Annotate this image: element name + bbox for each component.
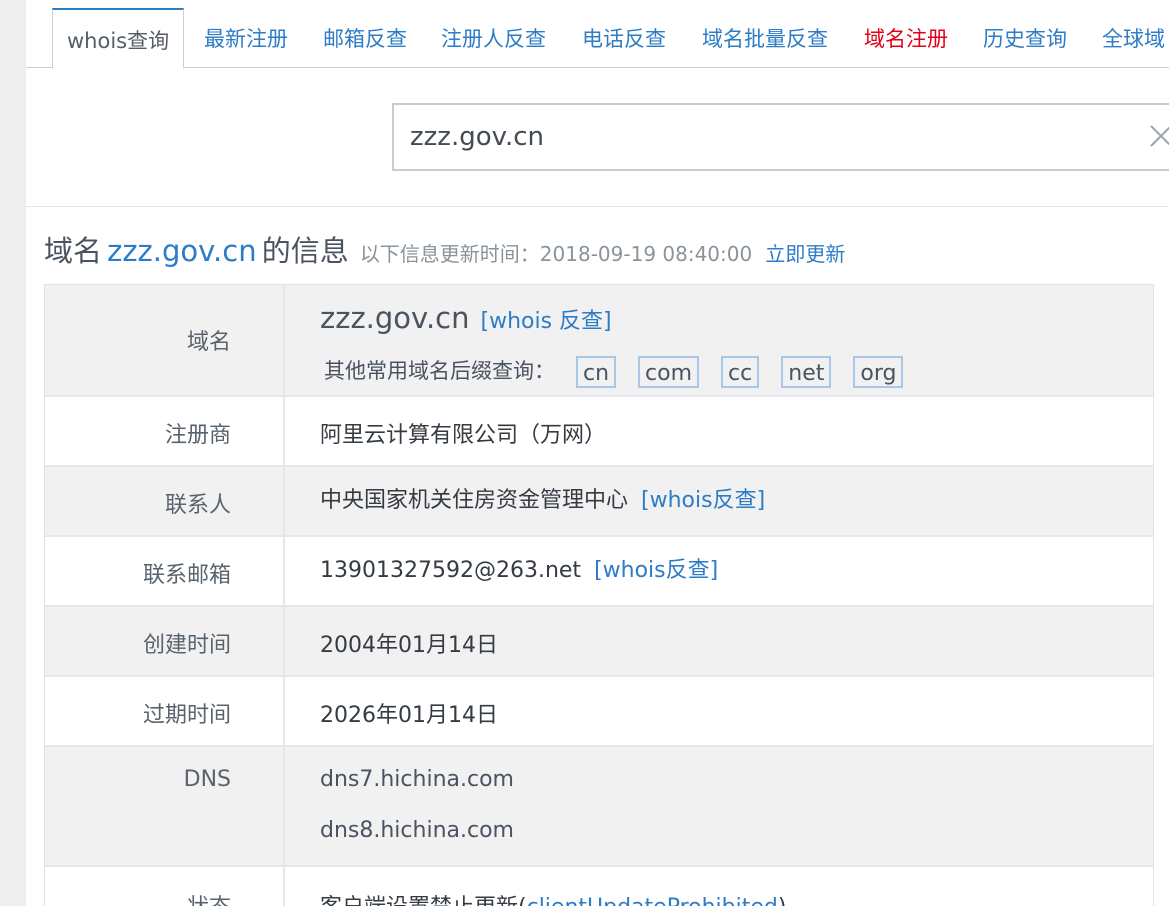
row-expires: 过期时间 2026年01月14日	[45, 677, 1153, 747]
suffix-query-line: 其他常用域名后缀查询： cn com cc net org	[324, 355, 914, 388]
dns-server: dns7.hichina.com	[320, 767, 514, 792]
contact-whois-reverse-link[interactable]: [whois反查]	[641, 488, 765, 513]
status-label: 状态	[187, 889, 231, 906]
tab-bar: whois查询 最新注册 邮箱反查 注册人反查 电话反查 域名批量反查 域名注册…	[26, 0, 1169, 69]
update-time-text: 以下信息更新时间：2018-09-19 08:40:00	[359, 242, 753, 266]
tab-global-domain[interactable]: 全球域	[1102, 10, 1165, 68]
tab-registrant-reverse[interactable]: 注册人反查	[441, 10, 546, 68]
status-close-paren: )	[778, 895, 787, 906]
registrar-label: 注册商	[164, 423, 231, 448]
email-whois-reverse-link[interactable]: [whois反查]	[594, 558, 718, 583]
label-cell: 联系邮箱	[45, 537, 285, 605]
page: whois查询 最新注册 邮箱反查 注册人反查 电话反查 域名批量反查 域名注册…	[0, 0, 1169, 906]
domain-value-line: zzz.gov.cn [whois 反查]	[320, 301, 612, 335]
refresh-link[interactable]: 立即更新	[765, 242, 845, 266]
created-label: 创建时间	[142, 633, 231, 658]
row-contact: 联系人 中央国家机关住房资金管理中心 [whois反查]	[45, 467, 1153, 537]
status-value-line: 客户端设置禁止更新(clientUpdateProhibited)	[320, 889, 786, 906]
status-code-link[interactable]: clientUpdateProhibited	[527, 895, 778, 906]
registrar-value: 阿里云计算有限公司（万网）	[320, 423, 607, 448]
created-value: 2004年01月14日	[320, 633, 498, 658]
tab-domain-registration[interactable]: 域名注册	[864, 10, 948, 68]
tab-latest-registrations[interactable]: 最新注册	[204, 10, 288, 68]
heading-suffix: 的信息	[261, 234, 349, 268]
left-rail	[0, 0, 26, 906]
suffix-cn[interactable]: cn	[576, 356, 617, 388]
label-cell: DNS	[45, 747, 285, 865]
expires-label: 过期时间	[142, 703, 231, 728]
email-value-line: 13901327592@263.net [whois反查]	[320, 552, 718, 584]
tab-history-query[interactable]: 历史查询	[983, 10, 1067, 68]
domain-value: zzz.gov.cn	[320, 301, 470, 335]
search-input[interactable]	[394, 105, 1124, 169]
main-content: whois查询 最新注册 邮箱反查 注册人反查 电话反查 域名批量反查 域名注册…	[26, 0, 1169, 906]
tab-whois-query[interactable]: whois查询	[52, 8, 185, 69]
whois-info-table: 域名 zzz.gov.cn [whois 反查] 其他常用域名后缀查询： cn …	[44, 284, 1154, 906]
domain-whois-reverse-link[interactable]: [whois 反查]	[481, 309, 612, 334]
row-status: 状态 客户端设置禁止更新(clientUpdateProhibited)	[45, 867, 1153, 906]
tab-phone-reverse[interactable]: 电话反查	[582, 10, 666, 68]
suffix-cc[interactable]: cc	[721, 356, 760, 388]
search-area	[26, 68, 1169, 207]
row-created: 创建时间 2004年01月14日	[45, 607, 1153, 677]
contact-label: 联系人	[164, 493, 231, 518]
dns-label: DNS	[183, 767, 231, 792]
heading-prefix: 域名	[44, 234, 103, 268]
suffix-net[interactable]: net	[781, 356, 832, 388]
close-icon[interactable]	[1146, 121, 1169, 151]
email-value: 13901327592@263.net	[320, 558, 582, 583]
label-cell: 创建时间	[45, 607, 285, 675]
label-cell: 域名	[45, 285, 285, 395]
suffix-prompt: 其他常用域名后缀查询：	[324, 359, 555, 383]
row-dns: DNS dns7.hichina.com dns8.hichina.com	[45, 747, 1153, 867]
contact-value-line: 中央国家机关住房资金管理中心 [whois反查]	[320, 482, 765, 514]
row-domain: 域名 zzz.gov.cn [whois 反查] 其他常用域名后缀查询： cn …	[45, 285, 1153, 397]
tab-bulk-domain-reverse[interactable]: 域名批量反查	[702, 10, 828, 68]
search-box	[392, 103, 1169, 171]
row-email: 联系邮箱 13901327592@263.net [whois反查]	[45, 537, 1153, 607]
contact-value: 中央国家机关住房资金管理中心	[320, 488, 629, 513]
dns-server: dns8.hichina.com	[320, 818, 514, 843]
label-cell: 联系人	[45, 467, 285, 535]
suffix-org[interactable]: org	[853, 356, 904, 388]
domain-label: 域名	[186, 330, 231, 355]
tab-email-reverse[interactable]: 邮箱反查	[323, 10, 407, 68]
email-label: 联系邮箱	[142, 563, 231, 588]
expires-value: 2026年01月14日	[320, 703, 498, 728]
suffix-com[interactable]: com	[638, 356, 700, 388]
label-cell: 状态	[45, 867, 285, 906]
row-registrar: 注册商 阿里云计算有限公司（万网）	[45, 397, 1153, 467]
label-cell: 注册商	[45, 397, 285, 465]
info-heading: 域名 zzz.gov.cn 的信息 以下信息更新时间：2018-09-19 08…	[44, 228, 845, 272]
label-cell: 过期时间	[45, 677, 285, 745]
heading-domain: zzz.gov.cn	[107, 234, 257, 268]
status-value: 客户端设置禁止更新(	[320, 895, 527, 906]
